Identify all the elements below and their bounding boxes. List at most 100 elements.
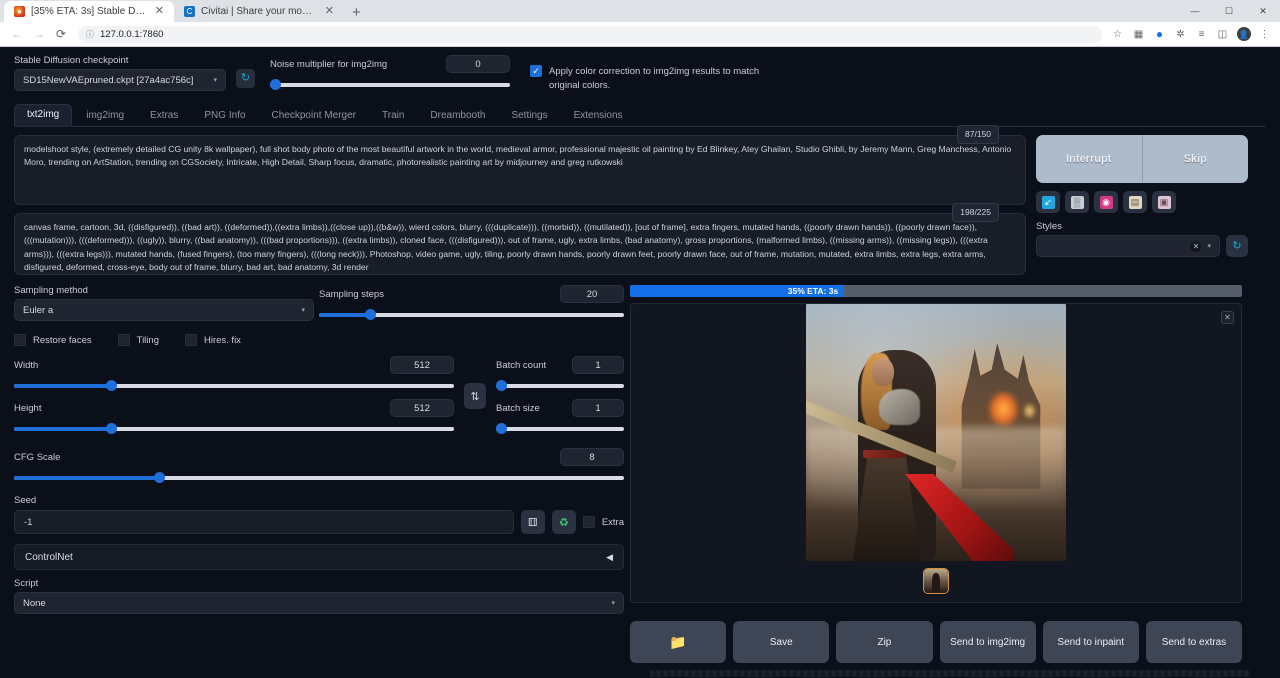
noise-multiplier-slider[interactable] bbox=[270, 78, 510, 92]
width-slider[interactable] bbox=[14, 379, 454, 393]
slider-knob[interactable] bbox=[154, 472, 165, 483]
color-correction-option[interactable]: ✓ Apply color correction to img2img resu… bbox=[530, 65, 760, 93]
close-icon[interactable]: ✕ bbox=[1190, 241, 1201, 252]
paste-arrow-button[interactable]: ↙ bbox=[1036, 191, 1060, 213]
randomize-seed-button[interactable]: ⚅ bbox=[521, 510, 545, 534]
tiling-option[interactable]: Tiling bbox=[118, 334, 159, 346]
send-to-img2img-button[interactable]: Send to img2img bbox=[940, 621, 1036, 663]
zip-button[interactable]: Zip bbox=[836, 621, 932, 663]
seed-input[interactable]: -1 bbox=[14, 510, 514, 534]
profile-circle-icon[interactable]: ● bbox=[1150, 25, 1169, 44]
generated-image[interactable] bbox=[806, 304, 1066, 561]
chevron-down-icon[interactable]: ▾ bbox=[1207, 242, 1211, 250]
browser-tab-civitai[interactable]: C Civitai | Share your models ✕ bbox=[174, 1, 344, 22]
checkpoint-dropdown[interactable]: SD15NewVAEpruned.ckpt [27a4ac756c] ▾ bbox=[14, 69, 226, 91]
positive-prompt-input[interactable]: 87/150 modelshoot style, (extremely deta… bbox=[14, 135, 1026, 205]
tiling-checkbox[interactable] bbox=[118, 334, 130, 346]
avatar[interactable]: 👤 bbox=[1234, 25, 1253, 44]
back-icon[interactable]: ← bbox=[6, 23, 28, 45]
extra-seed-option[interactable]: Extra bbox=[583, 516, 624, 528]
batch-count-slider[interactable] bbox=[496, 379, 624, 393]
tab-img2img[interactable]: img2img bbox=[74, 106, 136, 126]
extensions-icon[interactable]: ✲ bbox=[1171, 25, 1190, 44]
slider-knob[interactable] bbox=[106, 423, 117, 434]
apply-style-button[interactable]: ▤ bbox=[1123, 191, 1147, 213]
bookmark-star-icon[interactable]: ☆ bbox=[1108, 25, 1127, 44]
reload-icon[interactable]: ⟳ bbox=[50, 23, 72, 45]
negative-prompt-input[interactable]: 198/225 canvas frame, cartoon, 3d, ((dis… bbox=[14, 213, 1026, 275]
skip-button[interactable]: Skip bbox=[1142, 135, 1249, 183]
address-bar[interactable]: ⓘ 127.0.0.1:7860 bbox=[78, 26, 1102, 43]
url-text: 127.0.0.1:7860 bbox=[100, 29, 163, 40]
slider-knob[interactable] bbox=[106, 380, 117, 391]
sampling-steps-value[interactable]: 20 bbox=[560, 285, 624, 303]
styles-select[interactable]: ✕ ▾ bbox=[1036, 235, 1220, 257]
new-tab-button[interactable]: + bbox=[344, 5, 369, 22]
tab-extras[interactable]: Extras bbox=[138, 106, 190, 126]
hires-fix-checkbox[interactable] bbox=[185, 334, 197, 346]
controlnet-accordion[interactable]: ControlNet ◀ bbox=[14, 544, 624, 570]
tiling-label: Tiling bbox=[137, 335, 159, 346]
batch-size-slider[interactable] bbox=[496, 422, 624, 436]
open-folder-button[interactable]: 📁 bbox=[630, 621, 726, 663]
noise-multiplier-value[interactable]: 0 bbox=[446, 55, 510, 73]
tab-checkpoint-merger[interactable]: Checkpoint Merger bbox=[260, 106, 368, 126]
clear-prompt-button[interactable]: ▒ bbox=[1065, 191, 1089, 213]
batch-size-value[interactable]: 1 bbox=[572, 399, 624, 417]
side-panel-icon[interactable]: ◫ bbox=[1213, 25, 1232, 44]
sampling-steps-slider[interactable] bbox=[319, 308, 624, 322]
slider-knob[interactable] bbox=[496, 423, 507, 434]
sampling-method-dropdown[interactable]: Euler a ▾ bbox=[14, 299, 314, 321]
color-correction-checkbox[interactable]: ✓ bbox=[530, 65, 542, 77]
close-icon[interactable]: ✕ bbox=[153, 6, 166, 17]
slider-knob[interactable] bbox=[365, 309, 376, 320]
restore-faces-option[interactable]: Restore faces bbox=[14, 334, 92, 346]
cfg-scale-slider[interactable] bbox=[14, 471, 624, 485]
batch-count-label: Batch count bbox=[496, 360, 564, 371]
browser-tab-strip: ● [35% ETA: 3s] Stable Diffusion ✕ C Civ… bbox=[0, 0, 1280, 22]
maximize-icon[interactable]: ☐ bbox=[1212, 0, 1246, 22]
close-icon[interactable]: ✕ bbox=[323, 6, 336, 17]
send-to-extras-button[interactable]: Send to extras bbox=[1146, 621, 1242, 663]
save-button[interactable]: Save bbox=[733, 621, 829, 663]
height-slider[interactable] bbox=[14, 422, 454, 436]
script-dropdown[interactable]: None ▾ bbox=[14, 592, 624, 614]
interrupt-button[interactable]: Interrupt bbox=[1036, 135, 1142, 183]
tab-png-info[interactable]: PNG Info bbox=[192, 106, 257, 126]
swap-dimensions-button[interactable]: ⇅ bbox=[464, 383, 486, 409]
forward-icon[interactable]: → bbox=[28, 23, 50, 45]
hires-fix-option[interactable]: Hires. fix bbox=[185, 334, 241, 346]
tab-train[interactable]: Train bbox=[370, 106, 416, 126]
reading-list-icon[interactable]: ≡ bbox=[1192, 25, 1211, 44]
save-style-button[interactable]: ▣ bbox=[1152, 191, 1176, 213]
tab-dreambooth[interactable]: Dreambooth bbox=[418, 106, 497, 126]
extra-networks-button[interactable]: ◉ bbox=[1094, 191, 1118, 213]
slider-knob[interactable] bbox=[496, 380, 507, 391]
tab-txt2img[interactable]: txt2img bbox=[14, 104, 72, 126]
refresh-checkpoints-button[interactable]: ↻ bbox=[236, 69, 255, 88]
browser-tab-stable-diffusion[interactable]: ● [35% ETA: 3s] Stable Diffusion ✕ bbox=[4, 1, 174, 22]
noise-multiplier-label: Noise multiplier for img2img bbox=[270, 59, 436, 70]
gallery-thumbnail[interactable] bbox=[923, 568, 949, 594]
minimize-icon[interactable]: — bbox=[1178, 0, 1212, 22]
refresh-styles-button[interactable]: ↻ bbox=[1226, 235, 1248, 257]
window-close-icon[interactable]: ✕ bbox=[1246, 0, 1280, 22]
restore-faces-checkbox[interactable] bbox=[14, 334, 26, 346]
width-value[interactable]: 512 bbox=[390, 356, 454, 374]
reuse-seed-button[interactable]: ♻ bbox=[552, 510, 576, 534]
height-value[interactable]: 512 bbox=[390, 399, 454, 417]
send-to-inpaint-button[interactable]: Send to inpaint bbox=[1043, 621, 1139, 663]
slider-track bbox=[496, 427, 624, 431]
batch-count-value[interactable]: 1 bbox=[572, 356, 624, 374]
tab-extensions[interactable]: Extensions bbox=[562, 106, 635, 126]
close-image-button[interactable]: ✕ bbox=[1221, 311, 1234, 324]
chrome-menu-icon[interactable]: ⋮ bbox=[1255, 25, 1274, 44]
checkpoint-value: SD15NewVAEpruned.ckpt [27a4ac756c] bbox=[23, 75, 193, 86]
site-info-icon[interactable]: ⓘ bbox=[86, 29, 94, 40]
cfg-scale-value[interactable]: 8 bbox=[560, 448, 624, 466]
artwork-figure-pauldron bbox=[879, 389, 921, 425]
extra-seed-checkbox[interactable] bbox=[583, 516, 595, 528]
slider-knob[interactable] bbox=[270, 79, 281, 90]
tab-settings[interactable]: Settings bbox=[499, 106, 559, 126]
extension-puzzle-icon[interactable]: ▦ bbox=[1129, 25, 1148, 44]
